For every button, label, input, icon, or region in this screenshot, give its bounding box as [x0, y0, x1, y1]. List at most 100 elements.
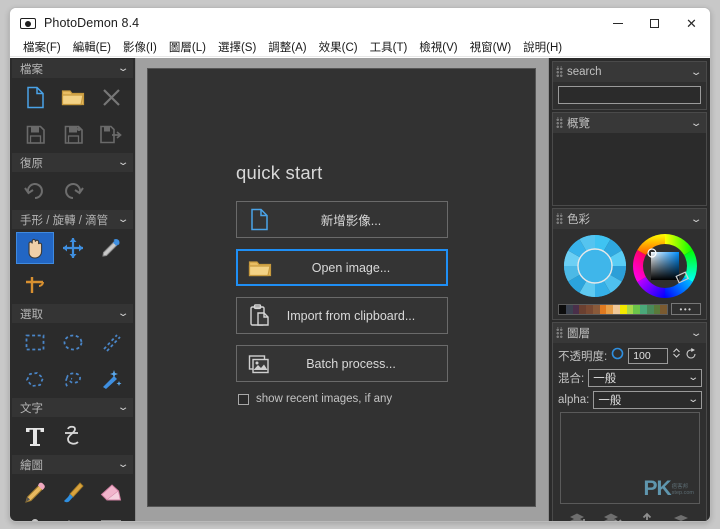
opacity-input[interactable]: 100	[628, 347, 669, 364]
quickstart-import-clipboard[interactable]: Import from clipboard...	[236, 297, 448, 334]
tool-undo[interactable]	[16, 175, 54, 207]
close-button[interactable]: ✕	[673, 8, 710, 38]
tool-redo[interactable]	[54, 175, 92, 207]
alpha-mode-select[interactable]: 一般 ⌄	[593, 390, 702, 409]
tool-paint-bucket[interactable]	[54, 514, 92, 521]
tool-paintbrush[interactable]	[54, 477, 92, 509]
menu-adjust[interactable]: 調整(A)	[262, 38, 312, 56]
color-swatch-3[interactable]	[579, 304, 586, 314]
tool-fancy-text[interactable]	[54, 420, 92, 452]
color-swatch-8[interactable]	[613, 304, 620, 314]
quickstart-new-image[interactable]: 新增影像...	[236, 201, 448, 238]
menu-image[interactable]: 影像(I)	[117, 38, 163, 56]
hue-wheel[interactable]	[632, 234, 697, 298]
color-swatch-5[interactable]	[592, 304, 600, 314]
color-variant-wheel[interactable]	[563, 234, 627, 298]
color-swatch-4[interactable]	[586, 304, 593, 314]
search-input[interactable]	[558, 86, 701, 104]
tool-line-select[interactable]	[92, 326, 130, 358]
menu-layer[interactable]: 圖層(L)	[163, 38, 212, 56]
color-panel-header[interactable]: 色彩 ⌄	[553, 209, 706, 229]
tool-move[interactable]	[54, 232, 92, 264]
color-swatch-13[interactable]	[646, 304, 654, 314]
color-swatch-11[interactable]	[633, 304, 640, 314]
tool-group-file-header[interactable]: 檔案 ⌄	[12, 59, 133, 78]
drag-grip-icon[interactable]	[556, 327, 563, 339]
tool-eraser[interactable]	[92, 477, 130, 509]
blend-mode-select[interactable]: 一般 ⌄	[588, 368, 702, 387]
tool-rotate[interactable]	[16, 269, 54, 301]
tool-gradient[interactable]	[92, 514, 130, 521]
color-swatch-1[interactable]	[565, 304, 573, 314]
color-swatch-7[interactable]	[606, 304, 613, 314]
color-swatch-6[interactable]	[599, 304, 607, 314]
minimize-button[interactable]	[599, 8, 636, 38]
color-swatch-0[interactable]	[559, 304, 566, 314]
color-swatch-2[interactable]	[572, 304, 580, 314]
show-recent-images-checkbox[interactable]: show recent images, if any	[236, 393, 448, 405]
chevron-down-icon[interactable]: ⌄	[117, 459, 130, 470]
tool-eyedropper[interactable]	[92, 232, 130, 264]
layer-add-button[interactable]	[566, 510, 592, 521]
color-swatch-14[interactable]	[653, 304, 661, 314]
menu-tools[interactable]: 工具(T)	[364, 38, 414, 56]
menu-file[interactable]: 檔案(F)	[17, 38, 67, 56]
tool-lasso-select[interactable]	[54, 363, 92, 395]
more-colors-button[interactable]: •••	[671, 303, 701, 315]
chevron-down-icon[interactable]: ⌄	[690, 328, 703, 339]
tool-hand[interactable]	[16, 232, 54, 264]
chevron-down-icon[interactable]: ⌄	[690, 118, 703, 129]
tool-close-image[interactable]	[92, 81, 130, 113]
menu-effects[interactable]: 效果(C)	[313, 38, 364, 56]
tool-open-image[interactable]	[54, 81, 92, 113]
color-swatch-9[interactable]	[619, 304, 627, 314]
tool-group-text-header[interactable]: 文字 ⌄	[12, 398, 133, 417]
drag-grip-icon[interactable]	[556, 213, 563, 225]
tool-new-image[interactable]	[16, 81, 54, 113]
swatch-strip[interactable]	[558, 303, 668, 315]
opacity-stepper[interactable]	[672, 346, 681, 365]
layer-panel-header[interactable]: 圖層 ⌄	[553, 323, 706, 343]
tool-polygon-select[interactable]	[16, 363, 54, 395]
tool-rectangle-select[interactable]	[16, 326, 54, 358]
tool-group-navigation-header[interactable]: 手形 / 旋轉 / 滴管 ⌄	[12, 210, 133, 229]
drag-grip-icon[interactable]	[556, 66, 563, 78]
tool-text[interactable]	[16, 420, 54, 452]
layer-raise-button[interactable]	[634, 510, 660, 521]
quickstart-batch-process[interactable]: Batch process...	[236, 345, 448, 382]
overview-panel-header[interactable]: 概覽 ⌄	[553, 113, 706, 133]
tool-save-as[interactable]	[54, 118, 92, 150]
maximize-button[interactable]	[636, 8, 673, 38]
tool-clone-stamp[interactable]	[16, 514, 54, 521]
color-swatch-10[interactable]	[626, 304, 634, 314]
layer-delete-button[interactable]	[600, 510, 626, 521]
tool-save[interactable]	[16, 118, 54, 150]
layer-lower-button[interactable]	[668, 510, 694, 521]
menu-window[interactable]: 視窗(W)	[464, 38, 518, 56]
menu-view[interactable]: 檢視(V)	[413, 38, 463, 56]
tool-pencil[interactable]	[16, 477, 54, 509]
chevron-down-icon[interactable]: ⌄	[690, 67, 703, 78]
chevron-down-icon[interactable]: ⌄	[117, 63, 130, 74]
chevron-down-icon[interactable]: ⌄	[117, 214, 130, 225]
chevron-down-icon[interactable]: ⌄	[117, 308, 130, 319]
tool-magic-wand[interactable]	[92, 363, 130, 395]
color-swatch-12[interactable]	[640, 304, 647, 314]
tool-group-undo-header[interactable]: 復原 ⌄	[12, 153, 133, 172]
opacity-dial-icon[interactable]	[611, 347, 624, 365]
canvas-pane[interactable]: quick start 新增影像... Open image... Import f…	[147, 68, 536, 507]
menu-edit[interactable]: 編輯(E)	[67, 38, 117, 56]
chevron-down-icon[interactable]: ⌄	[690, 214, 703, 225]
color-swatch-15[interactable]	[660, 304, 667, 314]
tool-group-selection-header[interactable]: 選取 ⌄	[12, 304, 133, 323]
layer-list[interactable]: PK 痞客邦 step.com	[560, 412, 700, 504]
chevron-down-icon[interactable]: ⌄	[117, 402, 130, 413]
quickstart-open-image[interactable]: Open image...	[236, 249, 448, 286]
menu-select[interactable]: 選擇(S)	[212, 38, 262, 56]
menu-help[interactable]: 說明(H)	[517, 38, 568, 56]
tool-export[interactable]	[92, 118, 130, 150]
drag-grip-icon[interactable]	[556, 117, 563, 129]
tool-group-paint-header[interactable]: 繪圖 ⌄	[12, 455, 133, 474]
tool-ellipse-select[interactable]	[54, 326, 92, 358]
search-panel-header[interactable]: search ⌄	[553, 62, 706, 82]
